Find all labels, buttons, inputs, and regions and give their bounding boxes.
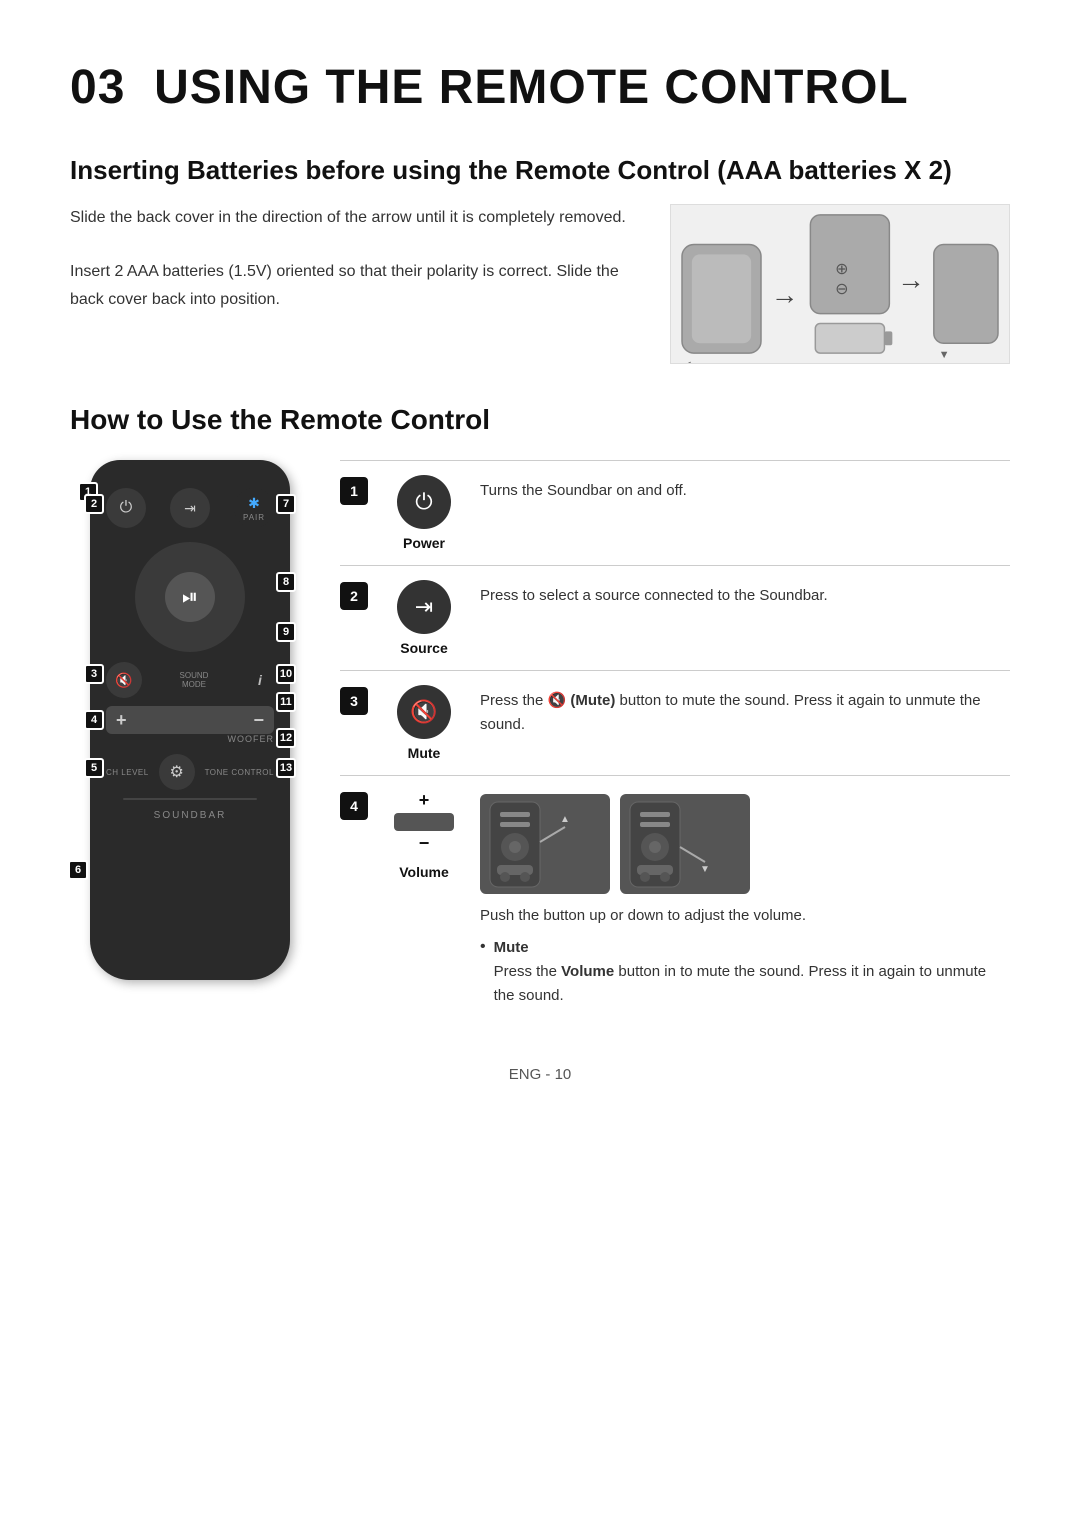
instr-text-source: Press to select a source connected to th… <box>480 580 1010 608</box>
page-title: 03 USING THE REMOTE CONTROL <box>70 60 1010 115</box>
remote-separator <box>123 798 257 800</box>
source-label: Source <box>400 640 447 656</box>
instr-text-volume: ▲ <box>480 790 1010 1012</box>
instr-text-power: Turns the Soundbar on and off. <box>480 475 1010 503</box>
sound-mode-button[interactable]: SOUNDMODE <box>178 664 210 696</box>
source-button[interactable]: ⇥ <box>170 488 210 528</box>
instr-num-4: 4 <box>340 792 368 820</box>
instruction-row-mute: 3 🔇 Mute Press the 🔇 (Mute) button to mu… <box>340 670 1010 775</box>
battery-section: Inserting Batteries before using the Rem… <box>70 155 1010 364</box>
tone-button[interactable]: TONE CONTROL <box>205 768 274 777</box>
badge-9: 9 <box>276 622 296 642</box>
instr-icon-power: ⏻ Power <box>384 475 464 551</box>
badge-12: 12 <box>276 728 296 748</box>
remote-body: 1 2 7 ⏻ ⇥ ✱ PAIR <box>90 460 290 980</box>
badge-11: 11 <box>276 692 296 712</box>
svg-text:⊕: ⊕ <box>835 261 848 278</box>
woofer-label: WOOFER <box>106 734 274 744</box>
instr-icon-source: ⇥ Source <box>384 580 464 656</box>
instruction-row-power: 1 ⏻ Power Turns the Soundbar on and off. <box>340 460 1010 565</box>
volume-image-1: ▲ <box>480 794 610 894</box>
settings-button[interactable]: ⚙ <box>159 754 195 790</box>
mute-icon: 🔇 <box>397 685 451 739</box>
badge-8: 8 <box>276 572 296 592</box>
instr-num-3: 3 <box>340 687 368 715</box>
badge-10: 10 <box>276 664 296 684</box>
soundbar-label: SOUNDBAR <box>106 810 274 821</box>
instr-num-2: 2 <box>340 582 368 610</box>
battery-heading: Inserting Batteries before using the Rem… <box>70 155 1010 186</box>
page-footer: ENG - 10 <box>70 1066 1010 1083</box>
volume-label: Volume <box>399 864 449 880</box>
mute-label: Mute <box>408 745 441 761</box>
badge-7: 7 <box>276 494 296 514</box>
how-to-heading: How to Use the Remote Control <box>70 404 1010 436</box>
source-icon: ⇥ <box>397 580 451 634</box>
badge-13: 13 <box>276 758 296 778</box>
svg-text:◄: ◄ <box>682 359 693 363</box>
chlevel-button[interactable]: CH LEVEL <box>106 768 149 777</box>
remote-section: 1 2 7 ⏻ ⇥ ✱ PAIR <box>70 460 1010 1026</box>
power-button[interactable]: ⏻ <box>106 488 146 528</box>
power-icon: ⏻ <box>397 475 451 529</box>
badge-5: 5 <box>84 758 104 778</box>
volume-bullet-list: • Mute Press the Volume button in to mut… <box>480 936 1010 1008</box>
remote-illustration: 1 2 7 ⏻ ⇥ ✱ PAIR <box>70 460 310 980</box>
volume-image-2: ▼ <box>620 794 750 894</box>
play-pause-button[interactable]: ⏯ <box>165 572 215 622</box>
dpad[interactable]: ⏯ <box>135 542 245 652</box>
volume-minus-icon: − <box>253 710 264 731</box>
battery-text: Slide the back cover in the direction of… <box>70 204 630 313</box>
svg-text:▼: ▼ <box>700 864 710 875</box>
instr-text-mute: Press the 🔇 (Mute) button to mute the so… <box>480 685 1010 737</box>
instr-num-1: 1 <box>340 477 368 505</box>
pair-button[interactable]: ✱ PAIR <box>234 488 274 528</box>
volume-images: ▲ <box>480 794 1010 894</box>
instruction-row-source: 2 ⇥ Source Press to select a source conn… <box>340 565 1010 670</box>
info-button[interactable]: i <box>246 666 274 694</box>
volume-slider[interactable]: + − <box>106 706 274 734</box>
instruction-row-volume: 4 + − Volume <box>340 775 1010 1026</box>
svg-text:→: → <box>897 264 925 295</box>
instructions-table: 1 ⏻ Power Turns the Soundbar on and off.… <box>340 460 1010 1026</box>
instr-icon-volume: + − Volume <box>384 790 464 880</box>
svg-text:▼: ▼ <box>939 349 950 361</box>
badge-4: 4 <box>84 710 104 730</box>
badge-3: 3 <box>84 664 104 684</box>
mute-button[interactable]: 🔇 <box>106 662 142 698</box>
badge-2: 2 <box>84 494 104 514</box>
power-label: Power <box>403 535 445 551</box>
svg-text:▲: ▲ <box>560 814 570 825</box>
volume-plus-icon: + <box>116 710 127 731</box>
instr-icon-mute: 🔇 Mute <box>384 685 464 761</box>
svg-text:→: → <box>771 279 799 310</box>
svg-text:⊖: ⊖ <box>835 281 848 298</box>
badge-6: 6 <box>68 860 88 880</box>
battery-image: → ⊕ ⊖ → ◄ ▼ <box>670 204 1010 364</box>
volume-bullet-mute: • Mute Press the Volume button in to mut… <box>480 936 1010 1008</box>
